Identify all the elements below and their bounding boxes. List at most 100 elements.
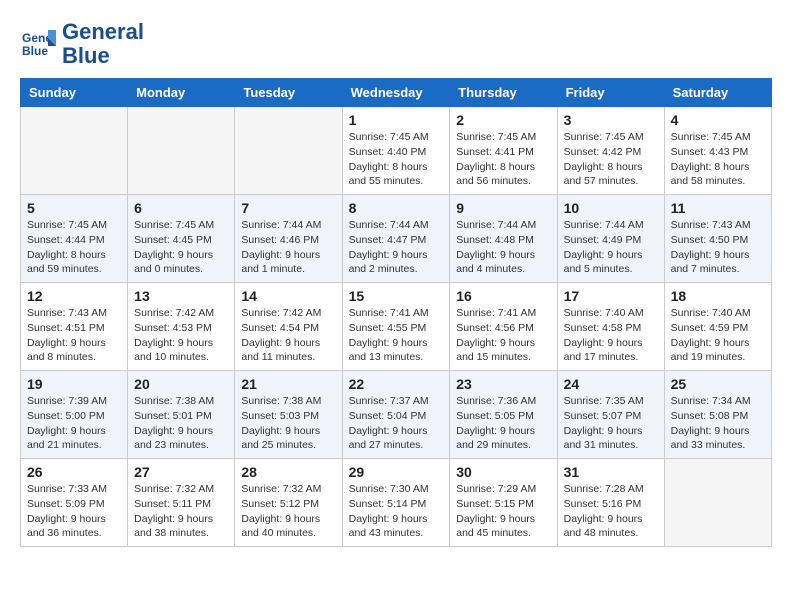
calendar-cell: 6 Sunrise: 7:45 AM Sunset: 4:45 PM Daylig… [128,195,235,283]
day-info: Sunrise: 7:44 AM Sunset: 4:47 PM Dayligh… [349,218,444,277]
calendar-cell: 23 Sunrise: 7:36 AM Sunset: 5:05 PM Dayli… [450,371,557,459]
day-number: 10 [564,200,658,216]
day-number: 9 [456,200,550,216]
calendar-cell: 11Sunrise: 7:43 AM Sunset: 4:50 PM Dayli… [664,195,771,283]
calendar-cell: 9 Sunrise: 7:44 AM Sunset: 4:48 PM Daylig… [450,195,557,283]
calendar-cell: 14Sunrise: 7:42 AM Sunset: 4:54 PM Dayli… [235,283,342,371]
calendar-cell: 18 Sunrise: 7:40 AM Sunset: 4:59 PM Dayli… [664,283,771,371]
calendar-cell: 4 Sunrise: 7:45 AM Sunset: 4:43 PM Daylig… [664,107,771,195]
calendar-cell [21,107,128,195]
calendar-cell: 7Sunrise: 7:44 AM Sunset: 4:46 PM Daylig… [235,195,342,283]
calendar-cell: 1 Sunrise: 7:45 AM Sunset: 4:40 PM Daylig… [342,107,450,195]
day-info: Sunrise: 7:29 AM Sunset: 5:15 PM Dayligh… [456,482,550,541]
calendar-cell: 15 Sunrise: 7:41 AM Sunset: 4:55 PM Dayli… [342,283,450,371]
day-number: 20 [134,376,228,392]
day-info: Sunrise: 7:28 AM Sunset: 5:16 PM Dayligh… [564,482,658,541]
day-number: 17 [564,288,658,304]
day-number: 5 [27,200,121,216]
day-info: Sunrise: 7:45 AM Sunset: 4:43 PM Dayligh… [671,130,765,189]
day-info: Sunrise: 7:41 AM Sunset: 4:55 PM Dayligh… [349,306,444,365]
day-info: Sunrise: 7:45 AM Sunset: 4:45 PM Dayligh… [134,218,228,277]
day-info: Sunrise: 7:32 AM Sunset: 5:12 PM Dayligh… [241,482,335,541]
day-info: Sunrise: 7:40 AM Sunset: 4:58 PM Dayligh… [564,306,658,365]
day-number: 12 [27,288,121,304]
day-number: 14 [241,288,335,304]
calendar-cell [128,107,235,195]
day-number: 1 [349,112,444,128]
day-info: Sunrise: 7:35 AM Sunset: 5:07 PM Dayligh… [564,394,658,453]
day-number: 18 [671,288,765,304]
calendar-cell: 27Sunrise: 7:32 AM Sunset: 5:11 PM Dayli… [128,459,235,547]
day-info: Sunrise: 7:44 AM Sunset: 4:48 PM Dayligh… [456,218,550,277]
calendar-cell: 2 Sunrise: 7:45 AM Sunset: 4:41 PM Daylig… [450,107,557,195]
weekday-header-monday: Monday [128,79,235,107]
day-number: 23 [456,376,550,392]
day-info: Sunrise: 7:38 AM Sunset: 5:03 PM Dayligh… [241,394,335,453]
day-number: 30 [456,464,550,480]
logo-line1: General [62,20,144,44]
day-info: Sunrise: 7:45 AM Sunset: 4:44 PM Dayligh… [27,218,121,277]
day-info: Sunrise: 7:43 AM Sunset: 4:51 PM Dayligh… [27,306,121,365]
calendar-cell: 16 Sunrise: 7:41 AM Sunset: 4:56 PM Dayli… [450,283,557,371]
calendar-cell: 20Sunrise: 7:38 AM Sunset: 5:01 PM Dayli… [128,371,235,459]
day-number: 28 [241,464,335,480]
day-number: 27 [134,464,228,480]
day-info: Sunrise: 7:30 AM Sunset: 5:14 PM Dayligh… [349,482,444,541]
calendar-cell: 21 Sunrise: 7:38 AM Sunset: 5:03 PM Dayli… [235,371,342,459]
day-info: Sunrise: 7:45 AM Sunset: 4:41 PM Dayligh… [456,130,550,189]
calendar-cell: 26 Sunrise: 7:33 AM Sunset: 5:09 PM Dayli… [21,459,128,547]
day-number: 25 [671,376,765,392]
weekday-header-friday: Friday [557,79,664,107]
day-number: 22 [349,376,444,392]
day-info: Sunrise: 7:34 AM Sunset: 5:08 PM Dayligh… [671,394,765,453]
day-number: 4 [671,112,765,128]
day-info: Sunrise: 7:39 AM Sunset: 5:00 PM Dayligh… [27,394,121,453]
day-info: Sunrise: 7:45 AM Sunset: 4:42 PM Dayligh… [564,130,658,189]
day-number: 2 [456,112,550,128]
day-number: 8 [349,200,444,216]
day-number: 21 [241,376,335,392]
calendar-cell: 30 Sunrise: 7:29 AM Sunset: 5:15 PM Dayli… [450,459,557,547]
logo-line2: Blue [62,44,144,68]
day-number: 6 [134,200,228,216]
calendar-cell: 8 Sunrise: 7:44 AM Sunset: 4:47 PM Daylig… [342,195,450,283]
calendar-cell: 24 Sunrise: 7:35 AM Sunset: 5:07 PM Dayli… [557,371,664,459]
weekday-header-saturday: Saturday [664,79,771,107]
calendar-cell: 17 Sunrise: 7:40 AM Sunset: 4:58 PM Dayli… [557,283,664,371]
calendar-cell: 13 Sunrise: 7:42 AM Sunset: 4:53 PM Dayli… [128,283,235,371]
calendar-cell: 3 Sunrise: 7:45 AM Sunset: 4:42 PM Daylig… [557,107,664,195]
calendar-cell [664,459,771,547]
day-number: 31 [564,464,658,480]
page-header: General Blue General Blue [20,20,772,68]
day-info: Sunrise: 7:33 AM Sunset: 5:09 PM Dayligh… [27,482,121,541]
day-number: 3 [564,112,658,128]
calendar-cell: 22 Sunrise: 7:37 AM Sunset: 5:04 PM Dayli… [342,371,450,459]
day-info: Sunrise: 7:43 AM Sunset: 4:50 PM Dayligh… [671,218,765,277]
calendar-cell: 31 Sunrise: 7:28 AM Sunset: 5:16 PM Dayli… [557,459,664,547]
calendar-cell: 10Sunrise: 7:44 AM Sunset: 4:49 PM Dayli… [557,195,664,283]
day-number: 7 [241,200,335,216]
weekday-header-sunday: Sunday [21,79,128,107]
day-number: 26 [27,464,121,480]
day-number: 13 [134,288,228,304]
calendar-cell: 25 Sunrise: 7:34 AM Sunset: 5:08 PM Dayli… [664,371,771,459]
day-number: 24 [564,376,658,392]
day-info: Sunrise: 7:36 AM Sunset: 5:05 PM Dayligh… [456,394,550,453]
day-number: 19 [27,376,121,392]
calendar-cell: 5 Sunrise: 7:45 AM Sunset: 4:44 PM Daylig… [21,195,128,283]
calendar-cell: 12 Sunrise: 7:43 AM Sunset: 4:51 PM Dayli… [21,283,128,371]
day-info: Sunrise: 7:41 AM Sunset: 4:56 PM Dayligh… [456,306,550,365]
day-info: Sunrise: 7:42 AM Sunset: 4:53 PM Dayligh… [134,306,228,365]
day-number: 15 [349,288,444,304]
calendar-cell: 28 Sunrise: 7:32 AM Sunset: 5:12 PM Dayli… [235,459,342,547]
day-info: Sunrise: 7:37 AM Sunset: 5:04 PM Dayligh… [349,394,444,453]
day-number: 29 [349,464,444,480]
weekday-header-thursday: Thursday [450,79,557,107]
day-info: Sunrise: 7:45 AM Sunset: 4:40 PM Dayligh… [349,130,444,189]
calendar-table: SundayMondayTuesdayWednesdayThursdayFrid… [20,78,772,547]
day-info: Sunrise: 7:40 AM Sunset: 4:59 PM Dayligh… [671,306,765,365]
svg-text:Blue: Blue [22,44,48,58]
day-number: 16 [456,288,550,304]
calendar-cell [235,107,342,195]
logo: General Blue General Blue [20,20,144,68]
